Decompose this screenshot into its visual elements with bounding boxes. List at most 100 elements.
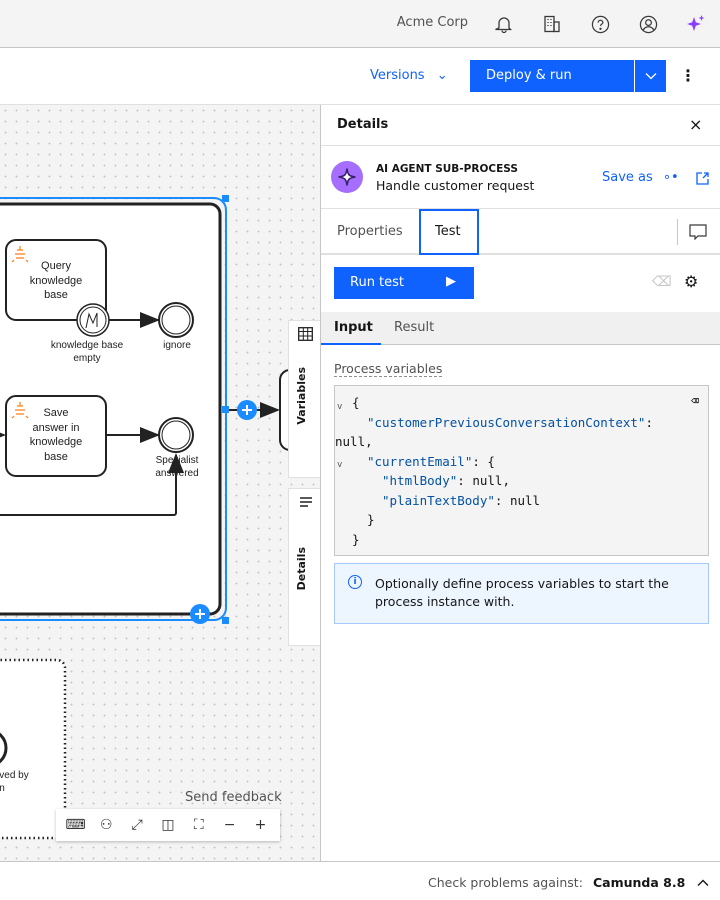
deploy-dropdown-button[interactable] — [634, 60, 666, 92]
building-icon[interactable] — [540, 12, 564, 36]
tab-input[interactable]: Input — [321, 312, 381, 345]
editor-toolbar: Versions ⌄ Deploy & run ⋮ — [0, 48, 720, 105]
end-event-ignore[interactable] — [158, 302, 194, 338]
list-icon — [300, 497, 312, 507]
send-feedback-link[interactable]: Send feedback — [185, 790, 282, 805]
chevron-up-icon[interactable] — [697, 879, 709, 887]
bell-icon[interactable] — [492, 12, 516, 36]
save-as-button[interactable]: Save as ∘• — [602, 170, 679, 185]
connect-handle[interactable] — [222, 406, 229, 413]
more-options-icon[interactable]: ⋮ — [680, 66, 696, 85]
fullscreen-icon[interactable]: ⤢ — [125, 817, 149, 833]
code-key: "customerPreviousConversationContext" — [367, 414, 646, 430]
close-icon[interactable]: × — [689, 115, 702, 134]
event-label: ved by — [0, 770, 29, 781]
help-icon[interactable] — [588, 12, 612, 36]
chevron-down-icon — [645, 73, 656, 80]
variables-tab-label: Variables — [295, 367, 308, 425]
element-header: AI AGENT SUB-PROCESS Handle customer req… — [321, 146, 720, 209]
code-line: null, — [335, 434, 373, 449]
tab-properties[interactable]: Properties — [337, 224, 403, 239]
fold-icon[interactable]: v — [337, 456, 342, 476]
element-name: Handle customer request — [376, 178, 535, 193]
info-notification: i Optionally define process variables to… — [334, 563, 709, 624]
task-label: knowledge — [30, 275, 83, 287]
info-text: Optionally define process variables to s… — [375, 576, 669, 609]
top-bar: Acme Corp — [0, 0, 720, 48]
panel-header: Details × — [321, 105, 720, 146]
event-label: Specialist — [156, 455, 199, 466]
open-external-icon[interactable] — [696, 172, 709, 185]
status-bar: Check problems against: Camunda 8.8 — [0, 861, 720, 900]
deploy-run-button[interactable]: Deploy & run — [470, 60, 634, 92]
code-key: "plainTextBody" — [382, 492, 495, 508]
org-name[interactable]: Acme Corp — [397, 15, 468, 30]
variables-editor[interactable]: v v ⌫ { "customerPreviousConversationCon… — [334, 385, 709, 556]
ai-agent-icon — [331, 161, 363, 193]
element-type: AI AGENT SUB-PROCESS — [376, 163, 518, 175]
error-boundary-event[interactable] — [76, 303, 110, 337]
settings-icon[interactable]: ⚙ — [684, 272, 698, 291]
process-variables-label: Process variables — [334, 361, 443, 377]
task-label: answer in — [32, 422, 79, 434]
event-label: n — [0, 783, 5, 794]
event-label: empty — [73, 353, 100, 364]
resize-handle[interactable] — [222, 195, 229, 202]
keyboard-icon[interactable]: ⌨ — [63, 817, 87, 833]
fit-icon[interactable]: ⛶ — [187, 817, 211, 833]
end-event-specialist-answered[interactable] — [158, 417, 194, 453]
connector-icon: ∘• — [662, 170, 679, 185]
code-line: { — [352, 395, 360, 410]
eraser-icon[interactable]: ⌫ — [652, 274, 672, 290]
code-value: null — [472, 473, 503, 488]
panel-title: Details — [337, 117, 389, 132]
task-label: base — [44, 451, 68, 463]
zoom-in-icon[interactable]: + — [248, 817, 272, 833]
minimap-icon[interactable]: ◫ — [156, 817, 180, 833]
input-result-tabs: Input Result — [321, 312, 720, 345]
clear-editor-icon[interactable]: ⌫ — [691, 392, 699, 412]
details-tab-label: Details — [295, 547, 308, 591]
add-element-button[interactable] — [237, 400, 257, 420]
code-line: } — [367, 512, 375, 527]
reset-icon[interactable]: ⚇ — [94, 817, 118, 833]
table-icon — [298, 327, 313, 341]
task-save-answer[interactable]: Save answer in knowledge base — [5, 395, 107, 477]
panel-tabs: Properties Test — [321, 209, 720, 255]
run-test-button[interactable]: Run test ▶ — [334, 267, 474, 299]
code-line: "customerPreviousConversationContext": — [367, 414, 653, 430]
play-icon: ▶ — [446, 274, 456, 289]
engine-version-select[interactable]: Camunda 8.8 — [593, 875, 685, 890]
user-icon[interactable] — [636, 12, 660, 36]
tab-result[interactable]: Result — [394, 320, 434, 335]
details-side-tab[interactable]: Details — [288, 488, 321, 646]
check-problems-label: Check problems against: — [428, 875, 583, 890]
bpmn-diagram[interactable]: Query knowledge base knowledge base empt… — [0, 105, 320, 861]
versions-label: Versions — [370, 68, 425, 83]
code-key: "currentEmail" — [367, 453, 473, 469]
fold-icon[interactable]: v — [337, 398, 342, 418]
divider — [677, 219, 678, 245]
comment-icon[interactable] — [689, 224, 707, 240]
diagram-canvas[interactable]: Query knowledge base knowledge base empt… — [0, 105, 321, 861]
zoom-out-icon[interactable]: − — [218, 817, 242, 833]
save-as-label: Save as — [602, 170, 653, 185]
event-label: knowledge base — [51, 340, 124, 351]
resize-handle[interactable] — [222, 617, 229, 624]
code-line: "currentEmail": { — [367, 453, 495, 469]
code-line: "plainTextBody": null — [382, 492, 541, 508]
tab-test[interactable]: Test — [419, 209, 479, 255]
sparkle-icon[interactable] — [684, 12, 708, 36]
chevron-down-icon: ⌄ — [436, 68, 448, 83]
code-key: "htmlBody" — [382, 473, 458, 488]
canvas-tools: ⌨ ⚇ ⤢ ◫ ⛶ − + — [56, 809, 280, 841]
add-element-button[interactable] — [190, 604, 210, 624]
task-label: Save — [43, 407, 68, 419]
task-label: Query — [41, 260, 71, 272]
versions-button[interactable]: Versions ⌄ — [370, 68, 448, 83]
variables-side-tab[interactable]: Variables — [288, 320, 321, 478]
task-label: knowledge — [30, 436, 83, 448]
event-label: answered — [155, 468, 198, 479]
code-value: null — [509, 492, 541, 508]
code-line: } — [352, 531, 360, 547]
